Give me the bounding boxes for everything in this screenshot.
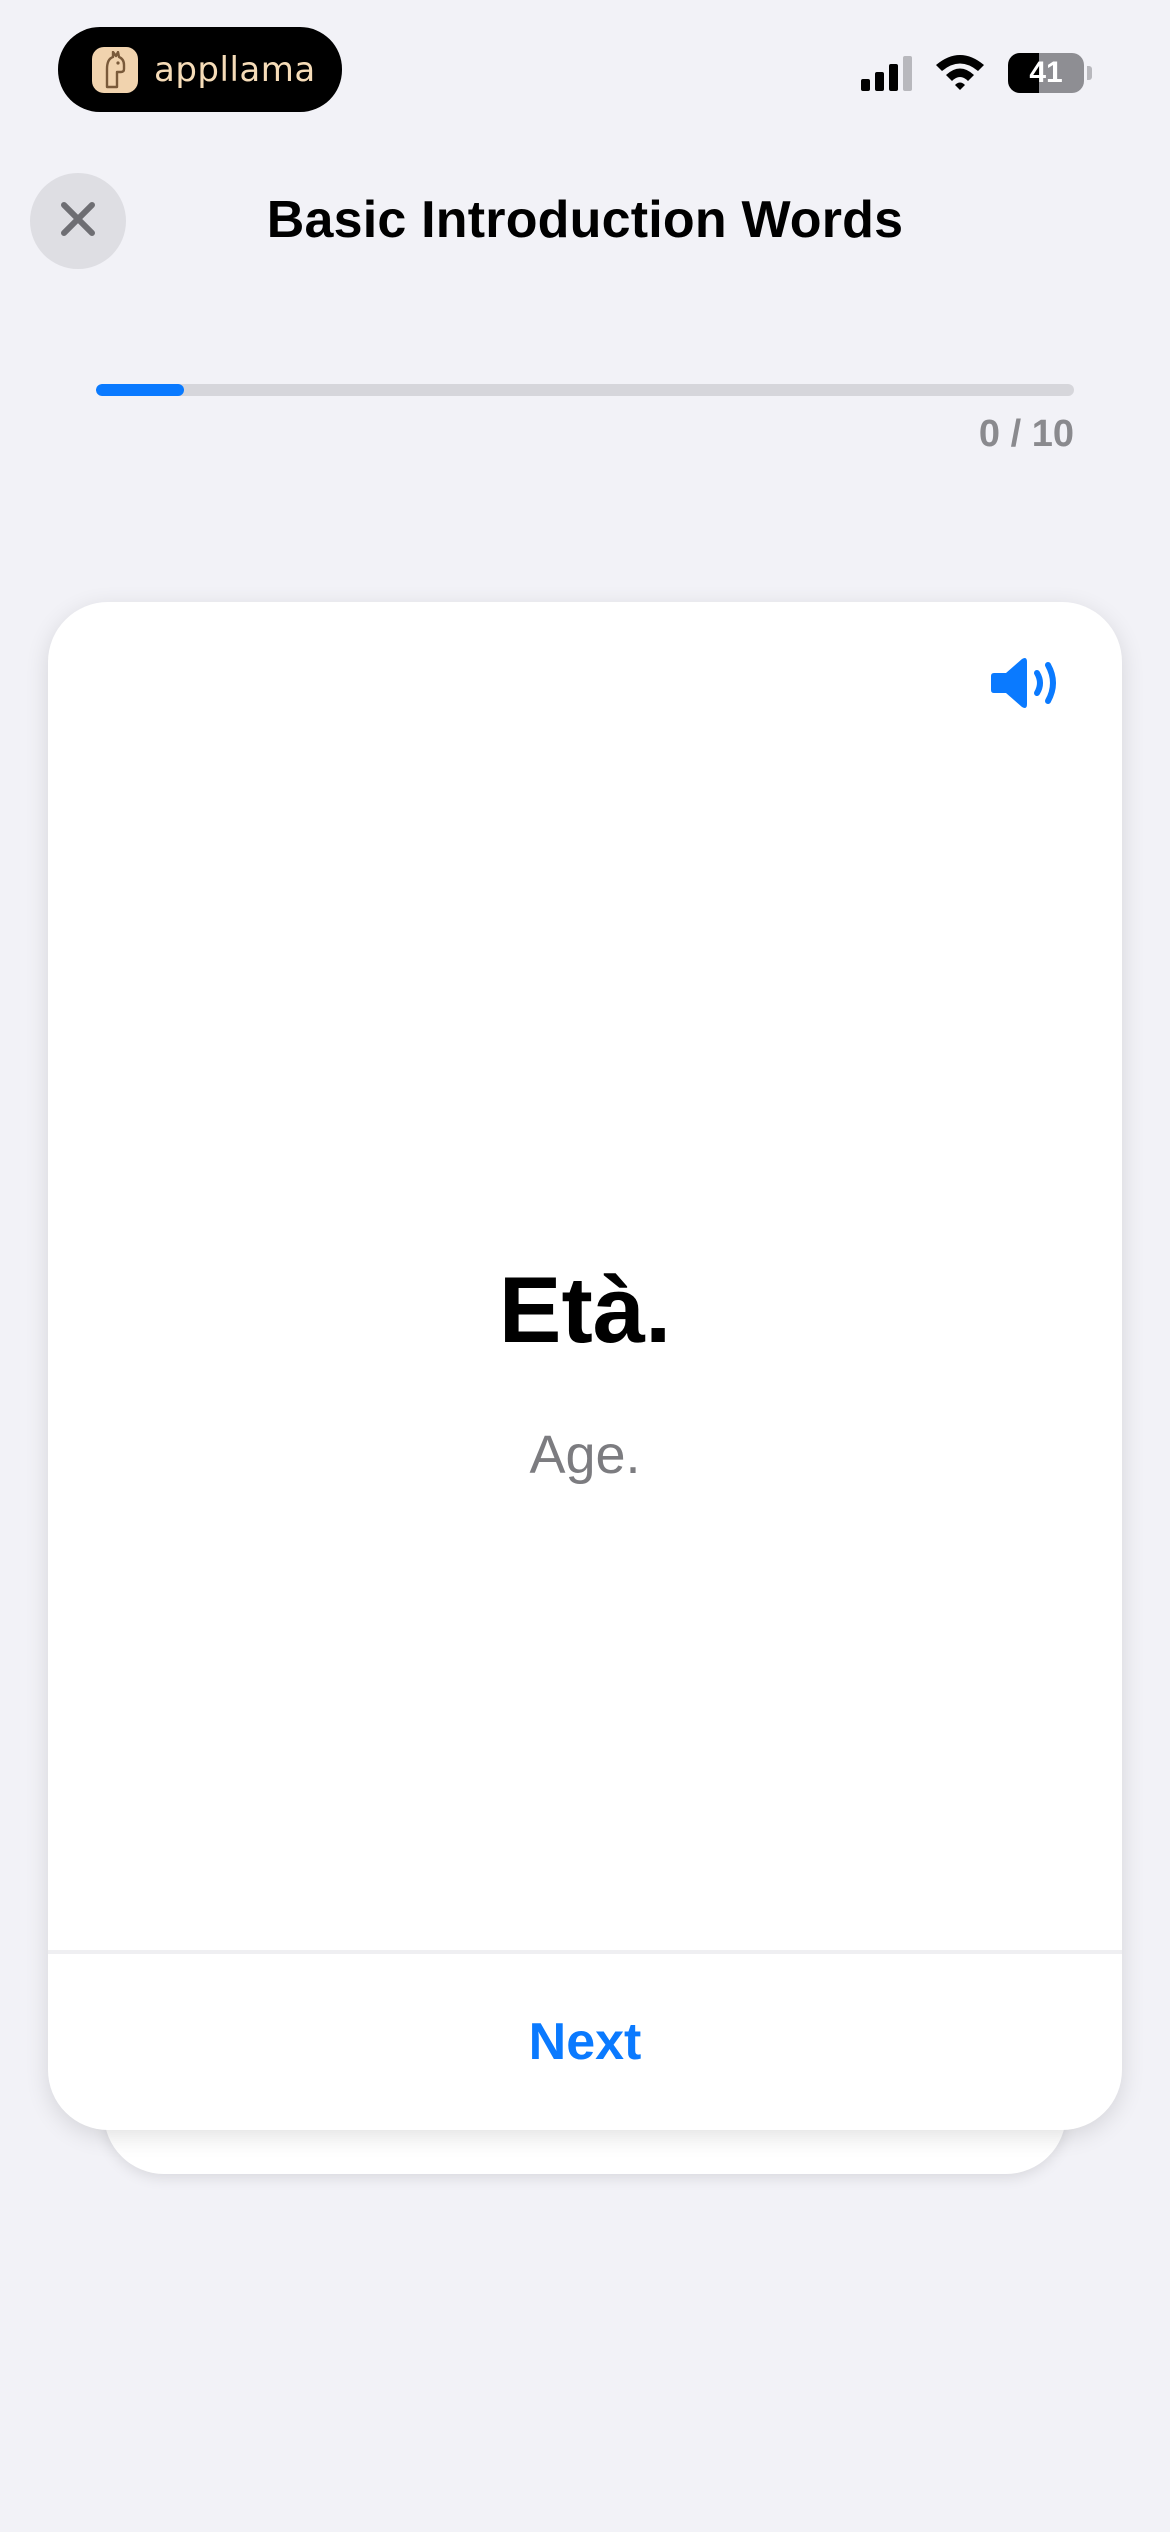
speaker-icon [990, 654, 1066, 716]
flashcard[interactable]: Età. Age. Next [48, 602, 1122, 2130]
app-name: appllama [154, 49, 316, 90]
page-title: Basic Introduction Words [266, 191, 904, 249]
flashcard-term: Età. [498, 1257, 672, 1362]
next-button[interactable]: Next [48, 1954, 1122, 2130]
flashcard-translation: Age. [529, 1425, 641, 1485]
progress-fill [96, 384, 185, 396]
app-indicator-pill[interactable]: appllama [58, 27, 342, 112]
wifi-icon [934, 52, 986, 94]
status-icons: 41 [861, 52, 1092, 94]
progress-bar [96, 384, 1074, 396]
battery-level: 41 [1008, 53, 1084, 93]
llama-logo-icon [92, 46, 138, 93]
play-audio-button[interactable] [988, 650, 1068, 720]
progress-count: 0 / 10 [978, 413, 1074, 455]
signal-icon [861, 55, 912, 91]
battery-icon: 41 [1008, 53, 1092, 93]
